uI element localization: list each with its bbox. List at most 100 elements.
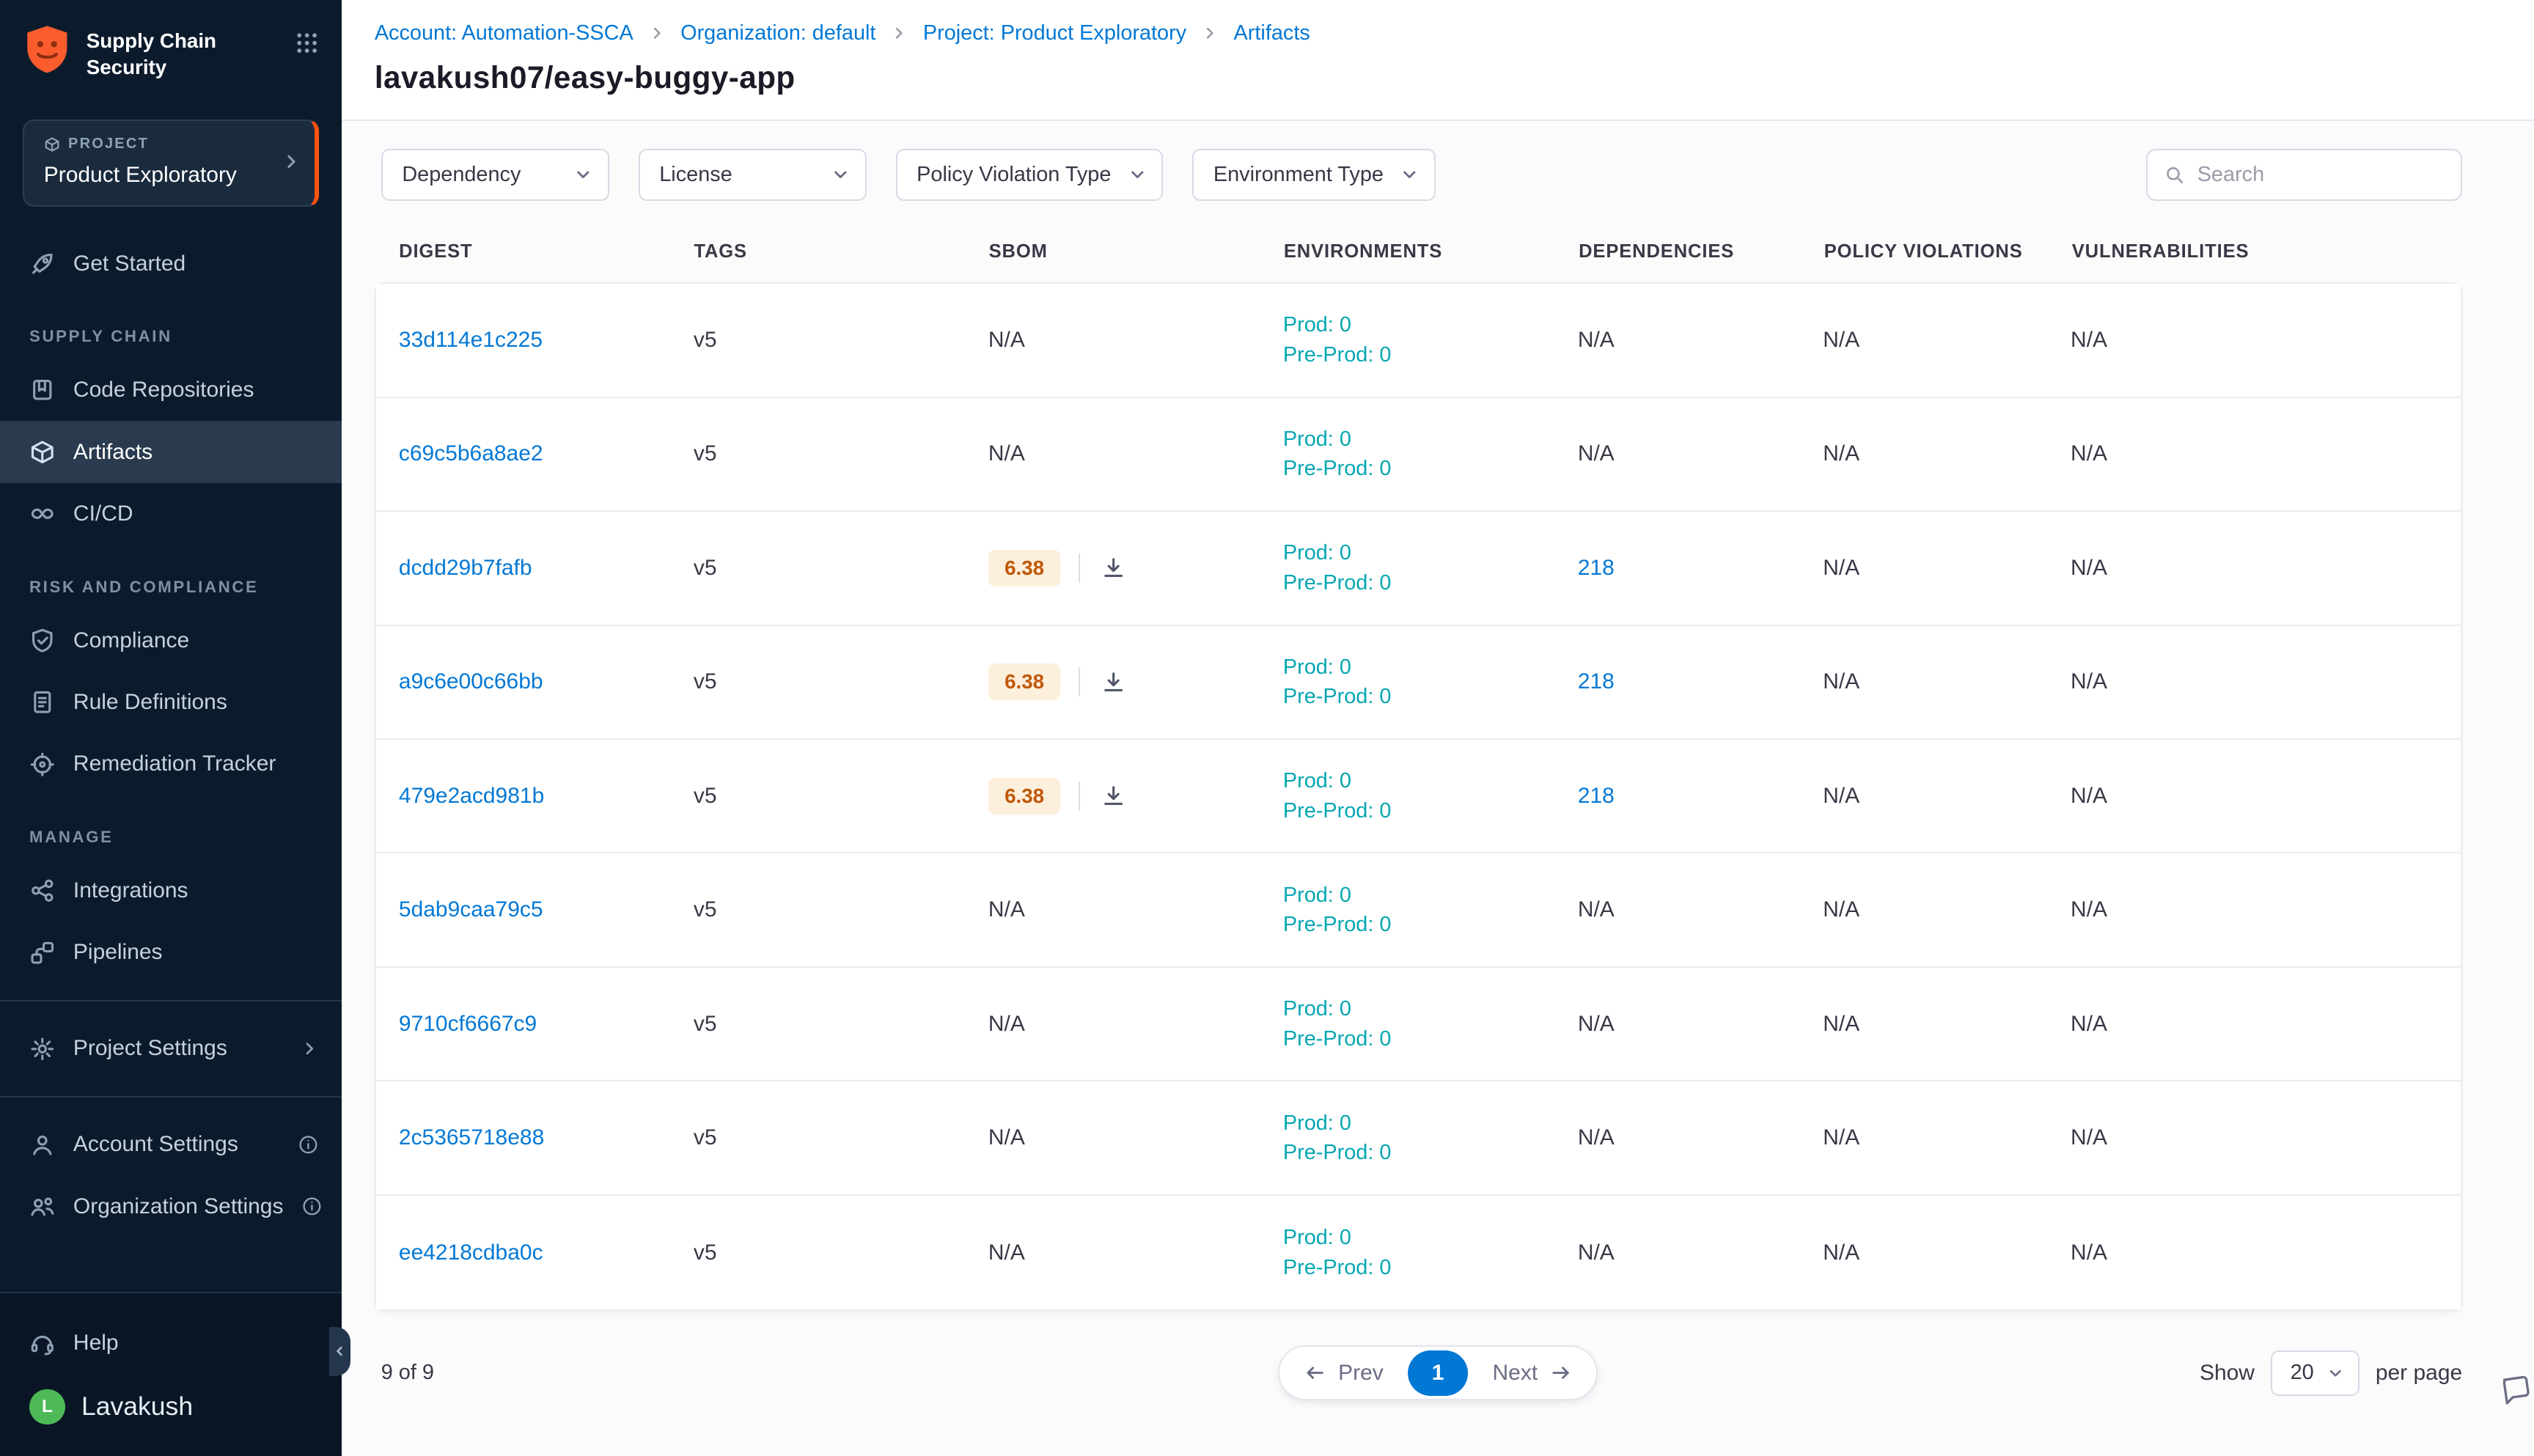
filter-bar: Dependency License Policy Violation Type En… — [342, 121, 2533, 229]
column-header: SBOM — [989, 241, 1284, 262]
breadcrumb-link[interactable]: Artifacts — [1234, 21, 1310, 45]
vulnerabilities-cell: N/A — [2071, 441, 2435, 466]
env-prod: Prod: 0 — [1283, 1223, 1578, 1252]
sidebar-item-label: Account Settings — [73, 1132, 238, 1157]
sbom-na-value: N/A — [988, 1240, 1025, 1265]
filter-policy-violation-type[interactable]: Policy Violation Type — [896, 149, 1164, 201]
breadcrumb-separator-icon — [890, 24, 908, 42]
cube-icon — [44, 136, 60, 152]
breadcrumb-link[interactable]: Organization: default — [680, 21, 875, 45]
users-icon — [29, 1194, 56, 1220]
table-header: DIGESTTAGSSBOMENVIRONMENTSDEPENDENCIESPO… — [375, 229, 2462, 282]
gear-icon — [29, 1036, 56, 1062]
env-prod: Prod: 0 — [1283, 880, 1578, 910]
digest-link[interactable]: 2c5365718e88 — [399, 1125, 544, 1150]
sidebar-item-artifacts[interactable]: Artifacts — [0, 421, 342, 482]
sidebar-item-pipelines[interactable]: Pipelines — [0, 922, 342, 983]
sidebar-item-integrations[interactable]: Integrations — [0, 860, 342, 922]
dependencies-cell: N/A — [1578, 1012, 1823, 1037]
chevron-right-icon — [890, 24, 908, 42]
sidebar-item-label: Compliance — [73, 628, 189, 653]
page-size-value: 20 — [2291, 1361, 2314, 1385]
table-row: 5dab9caa79c5v5N/AProd: 0Pre-Prod: 0N/AN/… — [376, 853, 2461, 967]
sidebar-item-label: Rule Definitions — [73, 690, 227, 715]
filter-license[interactable]: License — [639, 149, 867, 201]
project-name: Product Exploratory — [44, 163, 281, 188]
digest-link[interactable]: 9710cf6667c9 — [399, 1012, 537, 1036]
sidebar-item-get-started[interactable]: Get Started — [0, 232, 342, 294]
digest-link[interactable]: a9c6e00c66bb — [399, 669, 543, 694]
digest-link-cell: c69c5b6a8ae2 — [399, 441, 694, 466]
column-header: DEPENDENCIES — [1579, 241, 1824, 262]
chat-bubble-icon[interactable] — [2498, 1372, 2533, 1413]
rocket-icon — [29, 251, 56, 277]
env-prod: Prod: 0 — [1283, 1108, 1578, 1138]
sidebar-item-cicd[interactable]: CI/CD — [0, 483, 342, 545]
dependencies-link-cell: 218 — [1578, 669, 1823, 694]
sidebar-item-rule-definitions[interactable]: Rule Definitions — [0, 672, 342, 733]
dependencies-cell: N/A — [1578, 1240, 1823, 1265]
dependencies-link[interactable]: 218 — [1578, 784, 1615, 808]
sidebar-top: Supply Chain Security PROJECT — [0, 0, 342, 207]
digest-link[interactable]: c69c5b6a8ae2 — [399, 441, 543, 466]
digest-link[interactable]: 5dab9caa79c5 — [399, 897, 543, 922]
environments-cell: Prod: 0Pre-Prod: 0 — [1283, 538, 1578, 598]
apps-grid-icon[interactable] — [295, 31, 319, 62]
pagination-next-button[interactable]: Next — [1472, 1350, 1593, 1395]
search-box[interactable] — [2146, 149, 2462, 201]
vulnerabilities-cell: N/A — [2071, 1012, 2435, 1037]
digest-link[interactable]: ee4218cdba0c — [399, 1240, 543, 1265]
pagination-prev-button[interactable]: Prev — [1283, 1350, 1405, 1395]
environments-cell: Prod: 0Pre-Prod: 0 — [1283, 310, 1578, 369]
digest-link-cell: dcdd29b7fafb — [399, 556, 694, 581]
help-button[interactable]: Help — [0, 1312, 342, 1374]
project-selector[interactable]: PROJECT Product Exploratory — [23, 120, 319, 207]
digest-link-cell: 9710cf6667c9 — [399, 1012, 694, 1037]
environments-cell: Prod: 0Pre-Prod: 0 — [1283, 1223, 1578, 1282]
filter-environment-type[interactable]: Environment Type — [1192, 149, 1436, 201]
chevron-down-icon — [2326, 1364, 2344, 1382]
sidebar-item-compliance[interactable]: Compliance — [0, 609, 342, 671]
download-sbom-button[interactable] — [1098, 553, 1128, 584]
tag-cell: v5 — [694, 669, 988, 694]
breadcrumb-link[interactable]: Project: Product Exploratory — [923, 21, 1186, 45]
app-window: Supply Chain Security PROJECT — [0, 0, 2534, 1456]
download-sbom-button[interactable] — [1098, 666, 1128, 697]
filter-dependency[interactable]: Dependency — [381, 149, 609, 201]
dependencies-link[interactable]: 218 — [1578, 669, 1615, 694]
result-count: 9 of 9 — [381, 1361, 434, 1385]
environments-cell: Prod: 0Pre-Prod: 0 — [1283, 994, 1578, 1054]
sidebar-item-code-repositories[interactable]: Code Repositories — [0, 359, 342, 421]
dependencies-link-cell: 218 — [1578, 784, 1823, 809]
digest-link[interactable]: 479e2acd981b — [399, 784, 544, 808]
dependencies-link[interactable]: 218 — [1578, 556, 1615, 580]
arrow-left-icon — [1304, 1361, 1326, 1384]
sidebar-item-account-settings[interactable]: Account Settings — [0, 1114, 342, 1175]
pagination-page-1[interactable]: 1 — [1408, 1350, 1468, 1396]
divider — [0, 1000, 342, 1001]
page-header: Account: Automation-SSCA Organization: de… — [342, 0, 2533, 121]
digest-link[interactable]: 33d114e1c225 — [399, 328, 543, 352]
user-menu[interactable]: L Lavakush — [0, 1375, 342, 1440]
sidebar-item-organization-settings[interactable]: Organization Settings — [0, 1176, 342, 1238]
breadcrumb-link[interactable]: Account: Automation-SSCA — [375, 21, 634, 45]
per-page-label: per page — [2376, 1361, 2462, 1386]
digest-link-cell: ee4218cdba0c — [399, 1240, 694, 1265]
shield-check-icon — [29, 628, 56, 654]
policy-violations-cell: N/A — [1823, 1240, 2071, 1265]
table-row: 33d114e1c225v5N/AProd: 0Pre-Prod: 0N/AN/… — [376, 284, 2461, 397]
sbom-score-badge: 6.38 — [988, 778, 1060, 815]
column-header: VULNERABILITIES — [2072, 241, 2436, 262]
sbom-cell: 6.38 — [988, 778, 1283, 815]
sidebar-item-project-settings[interactable]: Project Settings — [0, 1018, 342, 1079]
sidebar-item-remediation-tracker[interactable]: Remediation Tracker — [0, 733, 342, 795]
page-size-select[interactable]: 20 — [2271, 1350, 2359, 1396]
table-row: c69c5b6a8ae2v5N/AProd: 0Pre-Prod: 0N/AN/… — [376, 398, 2461, 512]
sidebar-collapse-handle[interactable] — [329, 1327, 350, 1376]
search-input[interactable] — [2197, 163, 2445, 187]
download-sbom-button[interactable] — [1098, 781, 1128, 812]
infinity-icon — [29, 501, 56, 527]
column-header: POLICY VIOLATIONS — [1824, 241, 2072, 262]
chevron-right-icon — [281, 151, 302, 172]
digest-link[interactable]: dcdd29b7fafb — [399, 556, 532, 580]
